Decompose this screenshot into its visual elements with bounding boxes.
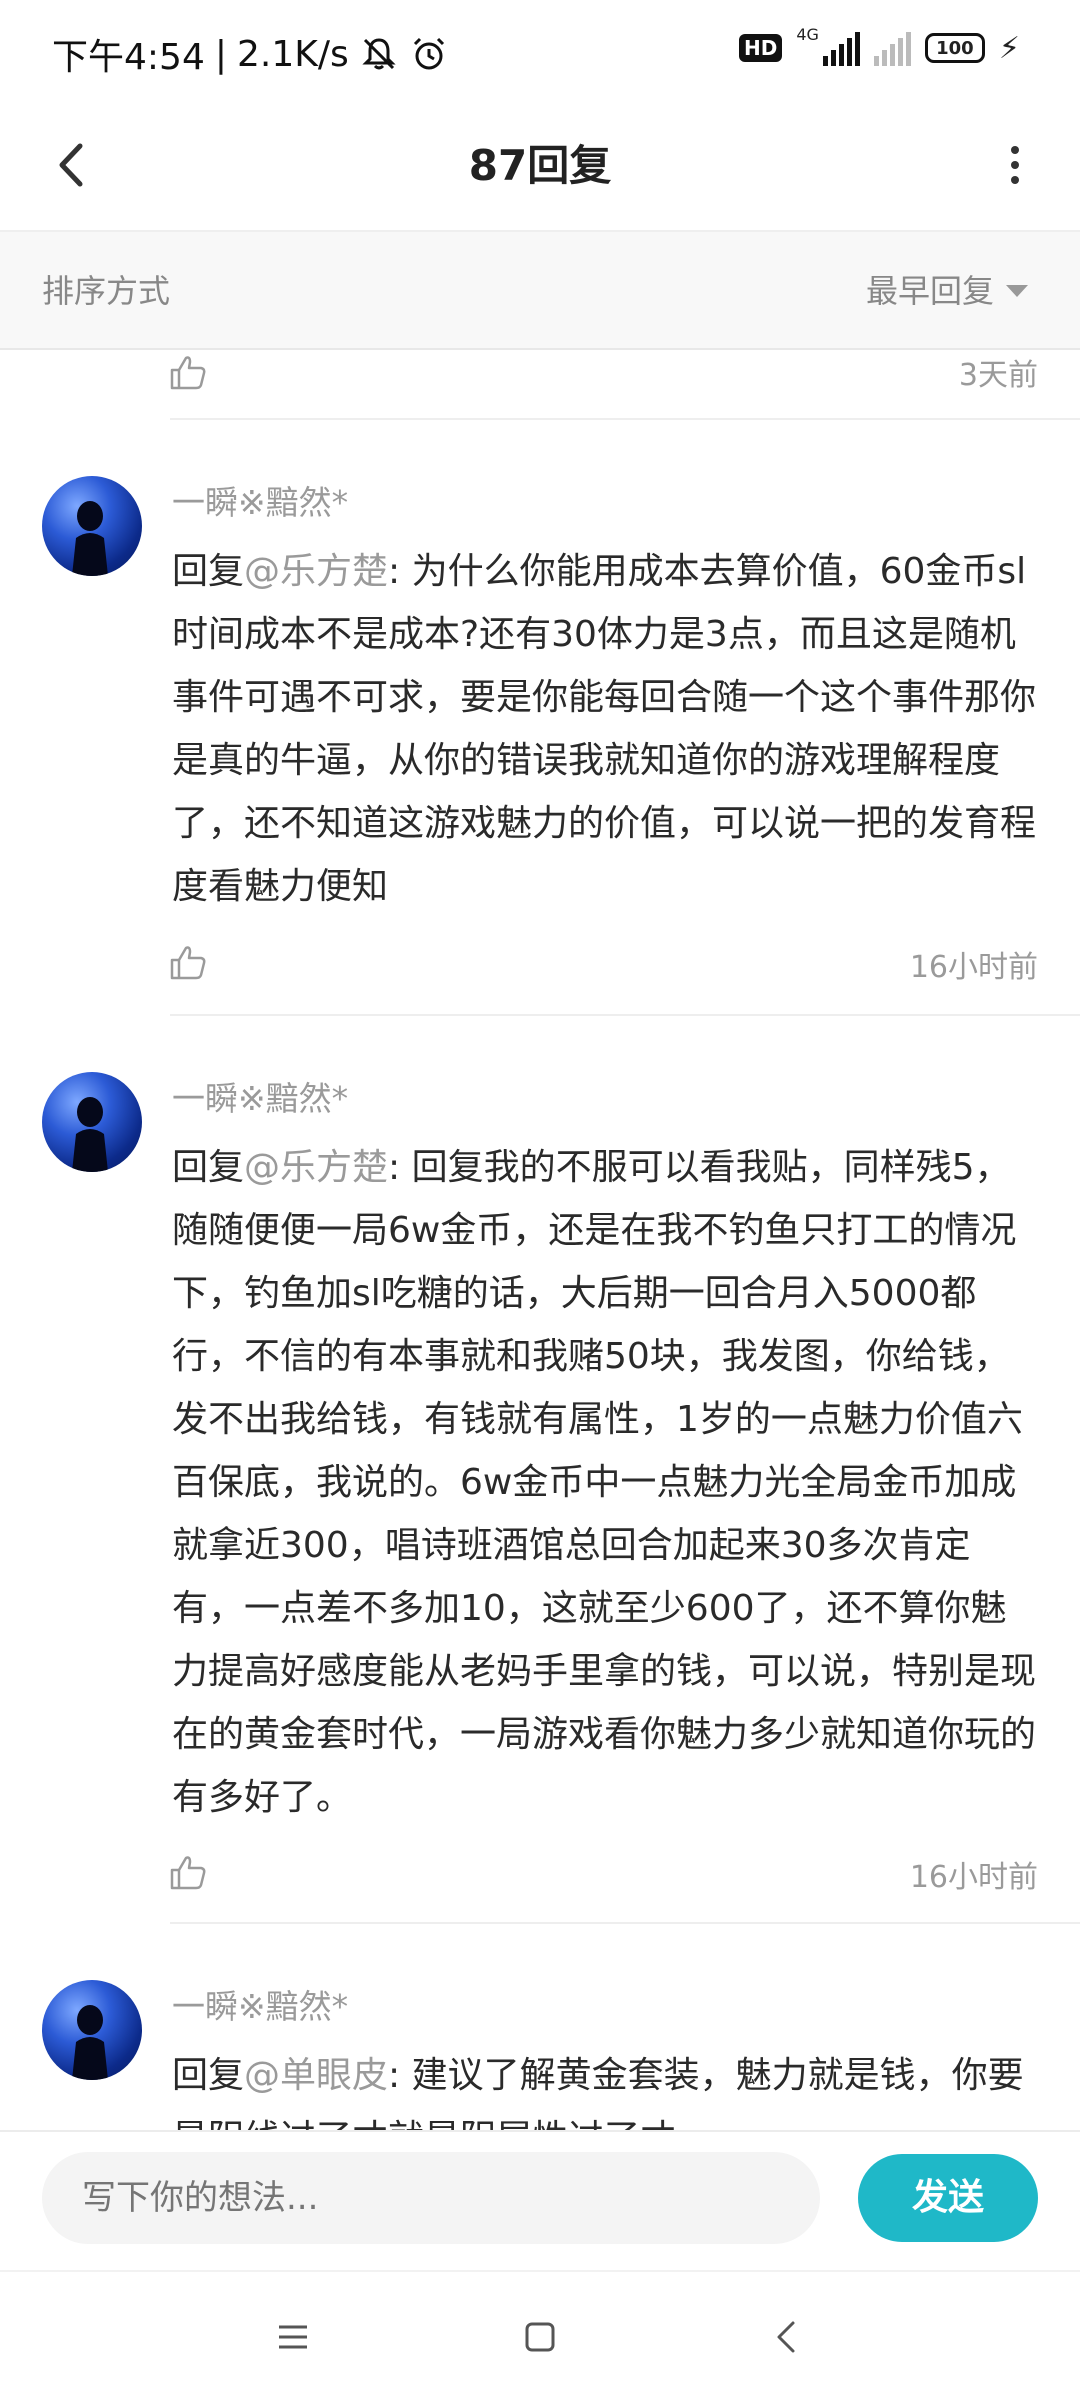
alarm-icon: [413, 37, 444, 70]
status-bar: 下午4:54 | 2.1K/s HD 4G 100 ⚡: [0, 0, 1080, 100]
avatar[interactable]: [42, 1980, 142, 2080]
comment-input[interactable]: [42, 2152, 820, 2244]
divider: [170, 418, 1080, 420]
send-button[interactable]: 发送: [858, 2154, 1038, 2242]
reply-prefix: 回复: [172, 2055, 245, 2096]
comment-composer: 发送: [0, 2130, 1080, 2270]
mention-link[interactable]: @乐方楚: [244, 551, 388, 592]
comment-text: : 回复我的不服可以看我贴，同样残5，随随便便一局6w金币，还是在我不钓鱼只打工…: [172, 1147, 1037, 1818]
avatar[interactable]: [42, 1072, 142, 1172]
comment-time: 16小时前: [909, 1860, 1038, 1895]
comment-username[interactable]: 一瞬※黯然*: [172, 1980, 348, 2028]
status-time: 下午4:54: [52, 37, 205, 78]
charging-icon: ⚡: [998, 30, 1020, 66]
system-nav-bar: [0, 2270, 1080, 2400]
comment-text: : 为什么你能用成本去算价值，60金币sl时间成本不是成本?还有30体力是3点，…: [172, 551, 1037, 907]
like-icon[interactable]: [166, 350, 210, 394]
comment-body[interactable]: 回复@单眼皮: 建议了解黄金套装，魅力就是钱，你要是阴线过了才就是阴属性过了才: [172, 2044, 1040, 2130]
mention-link[interactable]: @单眼皮: [244, 2055, 388, 2096]
mention-link[interactable]: @乐方楚: [244, 1147, 388, 1188]
page-title: 87回复: [468, 141, 612, 190]
title-bar: 87回复: [0, 100, 1080, 232]
status-separator: |: [214, 33, 227, 75]
back-nav-icon[interactable]: [757, 2307, 817, 2367]
comment-username[interactable]: 一瞬※黯然*: [172, 1072, 348, 1120]
network-type: 4G: [796, 24, 819, 44]
divider: [170, 1922, 1080, 1924]
menu-icon[interactable]: [263, 2307, 323, 2367]
reply-prefix: 回复: [172, 551, 245, 592]
hd-badge: HD: [739, 34, 783, 62]
avatar[interactable]: [42, 476, 142, 576]
signal-secondary-icon: [873, 30, 911, 66]
like-icon[interactable]: [166, 940, 210, 984]
battery-icon: 100: [924, 33, 985, 63]
mute-bell-icon: [362, 38, 396, 70]
signal-icon: [822, 30, 860, 66]
sort-bar: 排序方式 最早回复: [0, 232, 1080, 350]
divider: [170, 1014, 1080, 1016]
sort-dropdown[interactable]: 最早回复: [866, 232, 1028, 350]
dropdown-arrow-icon: [1006, 285, 1028, 297]
reply-prefix: 回复: [172, 1147, 245, 1188]
like-icon[interactable]: [166, 1850, 210, 1894]
more-options-icon[interactable]: [980, 130, 1050, 200]
home-icon[interactable]: [510, 2307, 570, 2367]
comment-time: 16小时前: [909, 950, 1038, 985]
status-right: HD 4G 100 ⚡: [739, 25, 1020, 66]
comment-body[interactable]: 回复@乐方楚: 回复我的不服可以看我贴，同样残5，随随便便一局6w金币，还是在我…: [172, 1136, 1040, 1829]
status-speed: 2.1K/s: [236, 33, 349, 75]
sort-value: 最早回复: [865, 272, 994, 310]
sort-label: 排序方式: [42, 272, 171, 310]
comment-list[interactable]: 3天前 一瞬※黯然* 回复@乐方楚: 为什么你能用成本去算价值，60金币sl时间…: [0, 350, 1080, 2130]
battery-level: 100: [936, 37, 974, 59]
status-left: 下午4:54 | 2.1K/s: [52, 28, 449, 80]
comment-body[interactable]: 回复@乐方楚: 为什么你能用成本去算价值，60金币sl时间成本不是成本?还有30…: [172, 540, 1040, 918]
comment-username[interactable]: 一瞬※黯然*: [172, 476, 348, 524]
comment-time: 3天前: [958, 358, 1038, 393]
